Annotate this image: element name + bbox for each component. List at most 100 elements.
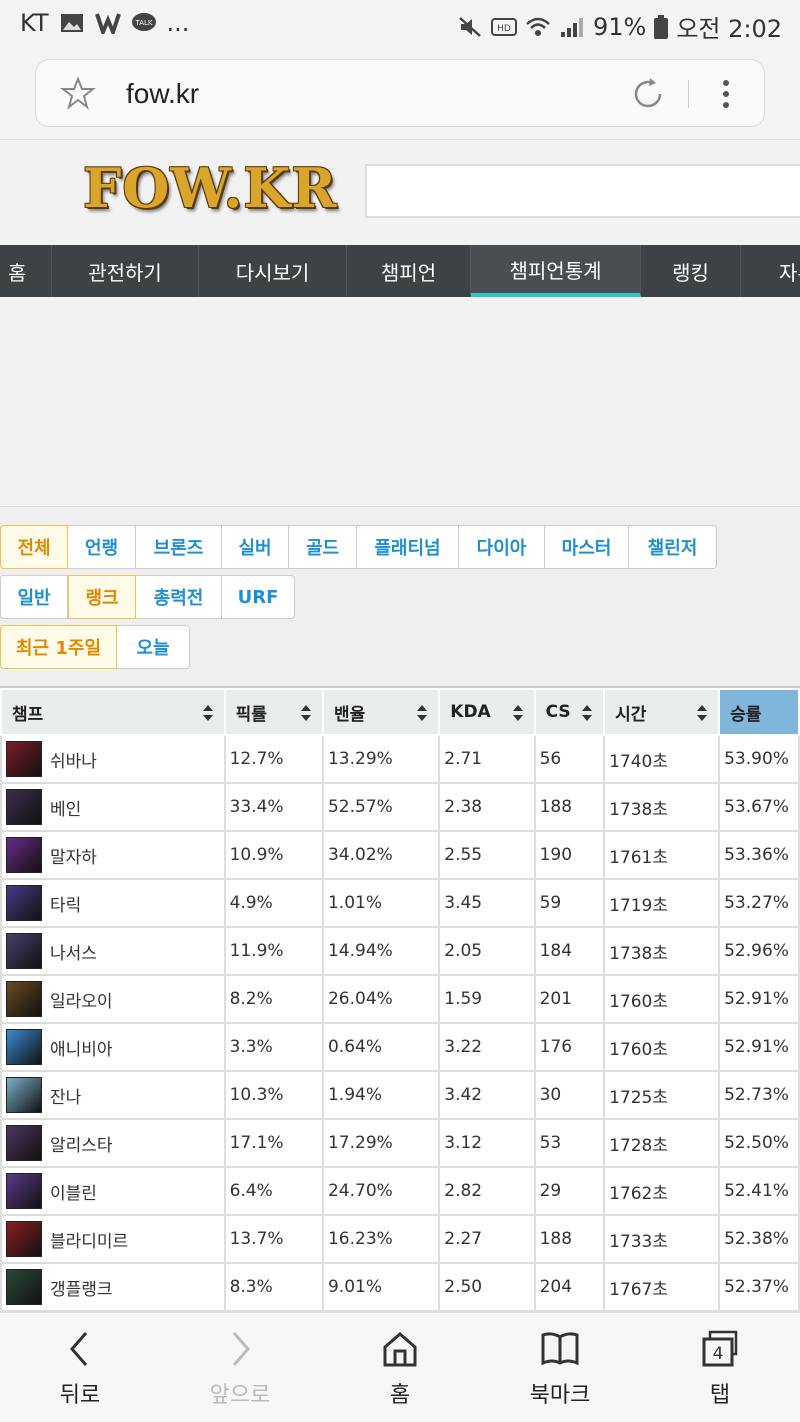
- champion-portrait[interactable]: [6, 1125, 42, 1161]
- champion-name[interactable]: 타릭: [50, 891, 81, 916]
- champion-name[interactable]: 말자하: [50, 843, 97, 868]
- table-row[interactable]: 잔나 10.3% 1.94% 3.42 30 1725초 52.73%: [0, 1070, 800, 1120]
- champion-stats-table: 챔프 픽률 밴율 KDA CS 시간 승률 쉬바나 12.7% 13.29% 2.71…: [0, 686, 800, 1312]
- champion-name[interactable]: 잔나: [50, 1083, 81, 1108]
- mode-normal-button[interactable]: 일반: [0, 575, 68, 619]
- nav-champion[interactable]: 챔피언: [347, 245, 471, 297]
- cell-kda: 2.71: [438, 734, 536, 784]
- champion-portrait[interactable]: [6, 789, 42, 825]
- cell-win-rate: 53.27%: [718, 878, 800, 928]
- home-button[interactable]: 홈: [320, 1313, 480, 1422]
- cell-cs: 176: [533, 1022, 606, 1072]
- cell-time: 1738초: [603, 926, 721, 976]
- champion-portrait[interactable]: [6, 1029, 42, 1065]
- nav-champion-stats[interactable]: 챔피언통계: [471, 245, 641, 297]
- tabs-button[interactable]: 4 탭: [640, 1313, 800, 1422]
- nav-ranking[interactable]: 랭킹: [641, 245, 741, 297]
- champion-name[interactable]: 쉬바나: [50, 747, 97, 772]
- bookmarks-label: 북마크: [529, 1383, 591, 1408]
- mode-filter: 일반 랭크 총력전 URF: [0, 575, 295, 619]
- table-row[interactable]: 타릭 4.9% 1.01% 3.45 59 1719초 53.27%: [0, 878, 800, 928]
- champion-portrait[interactable]: [6, 741, 42, 777]
- period-today-button[interactable]: 오늘: [117, 625, 190, 669]
- address-bar[interactable]: fow.kr: [35, 59, 765, 127]
- column-header-kda[interactable]: KDA: [438, 688, 536, 736]
- cell-time: 1760초: [603, 1022, 721, 1072]
- table-row[interactable]: 갱플랭크 8.3% 9.01% 2.50 204 1767초 52.37%: [0, 1262, 800, 1312]
- column-header-pick-rate[interactable]: 픽률: [223, 688, 324, 736]
- column-header-ban-rate[interactable]: 밴율: [321, 688, 441, 736]
- champion-portrait[interactable]: [6, 1269, 42, 1305]
- table-row[interactable]: 일라오이 8.2% 26.04% 1.59 201 1760초 52.91%: [0, 974, 800, 1024]
- table-body: 쉬바나 12.7% 13.29% 2.71 56 1740초 53.90% 베인 33.4% 52…: [0, 734, 800, 1312]
- cell-time: 1767초: [603, 1262, 721, 1312]
- table-row[interactable]: 나서스 11.9% 14.94% 2.05 184 1738초 52.96%: [0, 926, 800, 976]
- period-week-button[interactable]: 최근 1주일: [0, 625, 117, 669]
- champion-name[interactable]: 블라디미르: [50, 1227, 128, 1252]
- table-row[interactable]: 이블린 6.4% 24.70% 2.82 29 1762초 52.41%: [0, 1166, 800, 1216]
- clock: 오전 2:02: [676, 15, 782, 43]
- tier-filter: 전체 언랭 브론즈 실버 골드 플래티넘 다이아 마스터 챌린저: [0, 525, 717, 569]
- reload-icon[interactable]: [630, 76, 666, 112]
- bookmark-star-icon[interactable]: [60, 76, 96, 112]
- cell-ban-rate: 24.70%: [321, 1166, 441, 1216]
- more-menu-icon[interactable]: [716, 76, 736, 112]
- filter-panel: 전체 언랭 브론즈 실버 골드 플래티넘 다이아 마스터 챌린저 일반 랭크 총…: [0, 507, 800, 687]
- nav-spectate[interactable]: 관전하기: [52, 245, 199, 297]
- table-row[interactable]: 알리스타 17.1% 17.29% 3.12 53 1728초 52.50%: [0, 1118, 800, 1168]
- tier-bronze-button[interactable]: 브론즈: [136, 525, 222, 569]
- table-row[interactable]: 애니비아 3.3% 0.64% 3.22 176 1760초 52.91%: [0, 1022, 800, 1072]
- champion-portrait[interactable]: [6, 1221, 42, 1257]
- column-header-win-rate[interactable]: 승률: [718, 688, 800, 736]
- champion-portrait[interactable]: [6, 837, 42, 873]
- back-button[interactable]: 뒤로: [0, 1313, 160, 1422]
- cell-win-rate: 52.41%: [718, 1166, 800, 1216]
- summoner-search-input[interactable]: [365, 164, 800, 218]
- cell-pick-rate: 10.3%: [223, 1070, 324, 1120]
- champion-name[interactable]: 애니비아: [50, 1035, 113, 1060]
- column-header-cs[interactable]: CS: [533, 688, 606, 736]
- column-header-time[interactable]: 시간: [603, 688, 721, 736]
- cell-cs: 30: [533, 1070, 606, 1120]
- tier-master-button[interactable]: 마스터: [545, 525, 629, 569]
- champion-portrait[interactable]: [6, 885, 42, 921]
- mute-icon: [459, 16, 481, 37]
- cell-ban-rate: 1.94%: [321, 1070, 441, 1120]
- champion-name[interactable]: 알리스타: [50, 1131, 113, 1156]
- cell-champ: 나서스: [0, 926, 226, 976]
- tier-diamond-button[interactable]: 다이아: [459, 525, 545, 569]
- tier-platinum-button[interactable]: 플래티넘: [357, 525, 459, 569]
- table-row[interactable]: 베인 33.4% 52.57% 2.38 188 1738초 53.67%: [0, 782, 800, 832]
- table-row[interactable]: 말자하 10.9% 34.02% 2.55 190 1761초 53.36%: [0, 830, 800, 880]
- nav-free[interactable]: 자유: [741, 245, 800, 297]
- column-header-champion[interactable]: 챔프: [0, 688, 226, 736]
- champion-portrait[interactable]: [6, 981, 42, 1017]
- champion-name[interactable]: 이블린: [50, 1179, 97, 1204]
- champion-name[interactable]: 갱플랭크: [50, 1275, 113, 1300]
- tier-unranked-button[interactable]: 언랭: [68, 525, 136, 569]
- table-row[interactable]: 블라디미르 13.7% 16.23% 2.27 188 1733초 52.38%: [0, 1214, 800, 1264]
- champion-portrait[interactable]: [6, 933, 42, 969]
- champion-portrait[interactable]: [6, 1173, 42, 1209]
- site-logo[interactable]: FOW.KR: [83, 156, 337, 220]
- champion-name[interactable]: 베인: [50, 795, 81, 820]
- tier-all-button[interactable]: 전체: [0, 525, 68, 569]
- mode-ranked-button[interactable]: 랭크: [68, 575, 136, 619]
- nav-home[interactable]: 홈: [0, 245, 52, 297]
- tier-silver-button[interactable]: 실버: [222, 525, 289, 569]
- champion-name[interactable]: 나서스: [50, 939, 97, 964]
- champion-portrait[interactable]: [6, 1077, 42, 1113]
- champion-name[interactable]: 일라오이: [50, 987, 113, 1012]
- forward-button[interactable]: 앞으로: [160, 1313, 320, 1422]
- tier-gold-button[interactable]: 골드: [289, 525, 357, 569]
- nav-replay[interactable]: 다시보기: [199, 245, 347, 297]
- url-text[interactable]: fow.kr: [126, 78, 199, 110]
- mode-urf-button[interactable]: URF: [222, 575, 295, 619]
- table-row[interactable]: 쉬바나 12.7% 13.29% 2.71 56 1740초 53.90%: [0, 734, 800, 784]
- tier-challenger-button[interactable]: 챌린저: [629, 525, 717, 569]
- bookmarks-button[interactable]: 북마크: [480, 1313, 640, 1422]
- sort-icon: [300, 705, 311, 721]
- ad-area: [0, 297, 800, 507]
- cell-champ: 쉬바나: [0, 734, 226, 784]
- mode-aram-button[interactable]: 총력전: [136, 575, 222, 619]
